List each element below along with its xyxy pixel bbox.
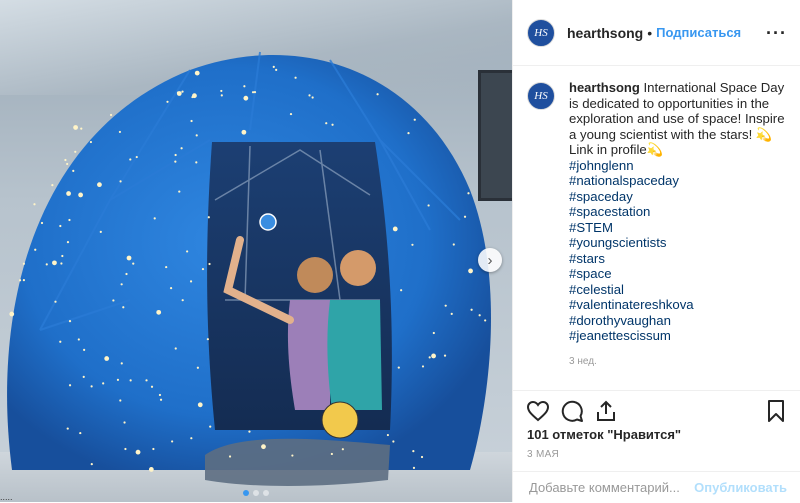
carousel-dot [243, 490, 249, 496]
header-separator: • [647, 24, 653, 41]
header-username[interactable]: hearthsong [567, 25, 643, 41]
hashtag-link[interactable]: #spacestation [569, 204, 789, 220]
post-photo[interactable]: › ..... [0, 0, 512, 502]
carousel-dots [0, 490, 512, 496]
carousel-dot [263, 490, 269, 496]
follow-button[interactable]: Подписаться [656, 25, 741, 40]
star-tent-image [7, 51, 491, 486]
publish-button[interactable]: Опубликовать [694, 480, 787, 495]
comments-area: HS hearthsong International Space Day is… [527, 80, 789, 380]
boy-body [327, 300, 382, 410]
hashtag-link[interactable]: #STEM [569, 220, 789, 236]
post-caption: hearthsong International Space Day is de… [569, 80, 789, 380]
caption-avatar[interactable]: HS [527, 82, 555, 110]
hashtag-link[interactable]: #spaceday [569, 189, 789, 205]
girl-body [287, 300, 330, 410]
hashtag-link[interactable]: #youngscientists [569, 235, 789, 251]
avatar[interactable]: HS [527, 18, 555, 47]
hashtag-link[interactable]: #dorothyvaughan [569, 313, 789, 329]
hashtag-link[interactable]: #jeanettescissum [569, 328, 789, 344]
hashtag-link[interactable]: #nationalspaceday [569, 173, 789, 189]
hashtag-link[interactable]: #stars [569, 251, 789, 267]
chevron-right-icon[interactable]: › [478, 248, 502, 272]
girl-head [297, 257, 333, 293]
photo-overlay-text: ..... [0, 492, 13, 502]
comment-input[interactable] [527, 479, 711, 496]
heart-icon[interactable] [526, 399, 550, 423]
comment-icon[interactable] [560, 399, 584, 423]
post-date[interactable]: 3 МАЯ [527, 449, 559, 460]
share-icon[interactable] [594, 399, 618, 423]
bookmark-icon[interactable] [764, 399, 788, 423]
instagram-post: › ..... HS hearthsong • Подписаться ··· … [0, 0, 800, 502]
carousel-dot [253, 490, 259, 496]
action-icons [526, 399, 788, 423]
boy-head [340, 250, 376, 286]
more-icon[interactable]: ··· [766, 23, 787, 44]
hashtag-link[interactable]: #valentinatereshkova [569, 297, 789, 313]
post-actions: 101 отметок "Нравится" 3 МАЯ Опубликоват… [513, 390, 800, 502]
hashtag-link[interactable]: #celestial [569, 282, 789, 298]
post-side-panel: HS hearthsong • Подписаться ··· HS heart… [512, 0, 800, 502]
hashtag-link[interactable]: #johnglenn [569, 158, 789, 174]
likes-count[interactable]: 101 отметок "Нравится" [527, 427, 681, 442]
caption-username[interactable]: hearthsong [569, 80, 640, 95]
add-comment-bar: Опубликовать [513, 471, 800, 503]
post-header: HS hearthsong • Подписаться ··· [513, 0, 800, 66]
caption-time[interactable]: 3 нед. [569, 354, 789, 370]
hashtag-link[interactable]: #space [569, 266, 789, 282]
hashtag-list: #johnglenn #nationalspaceday #spaceday #spa… [569, 158, 789, 344]
